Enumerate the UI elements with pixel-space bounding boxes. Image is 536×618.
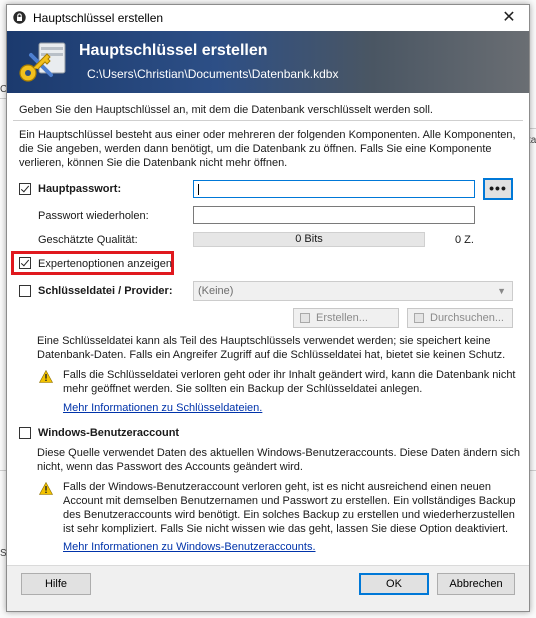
ok-button[interactable]: OK xyxy=(359,573,429,595)
password-label: Hauptpasswort: xyxy=(38,183,122,195)
master-key-dialog: Hauptschlüssel erstellen ✕ Hauptschlüsse… xyxy=(6,4,530,612)
description-line: verlieren, können Sie die Datenbank nich… xyxy=(19,157,288,169)
help-button[interactable]: Hilfe xyxy=(21,573,91,595)
file-icon xyxy=(300,313,310,323)
folder-icon xyxy=(414,313,424,323)
keyfile-label: Schlüsseldatei / Provider: xyxy=(38,285,173,297)
repeat-password-input[interactable] xyxy=(193,206,475,224)
show-password-button[interactable]: ••• xyxy=(483,178,513,200)
lock-icon xyxy=(13,11,26,24)
description-line: Ein Hauptschlüssel besteht aus einer ode… xyxy=(19,129,516,141)
expert-options-label[interactable]: Expertenoptionen anzeigen xyxy=(38,257,172,271)
password-checkbox[interactable] xyxy=(19,183,31,195)
quality-label: Geschätzte Qualität: xyxy=(38,234,138,246)
windows-account-info-link[interactable]: Mehr Informationen zu Windows-Benutzerac… xyxy=(63,541,316,553)
dialog-content: Geben Sie den Hauptschlüssel an, mit dem… xyxy=(7,93,529,566)
banner-title: Hauptschlüssel erstellen xyxy=(79,42,268,59)
keyfile-warning: mehr geöffnet werden. Sie sollten ein Ba… xyxy=(63,383,423,395)
windows-account-warning: ist sehr kompliziert. Falls Sie nicht wi… xyxy=(63,523,509,535)
windows-account-description: Diese Quelle verwendet Daten des aktuell… xyxy=(37,447,521,459)
keyfile-provider-select[interactable]: (Keine) ▼ xyxy=(193,281,513,301)
windows-account-description: nicht, wenn das Passwort des Accounts ge… xyxy=(37,461,303,473)
close-button[interactable]: ✕ xyxy=(489,5,529,31)
windows-account-warning: des Benutzeraccounts wird benötigt. Ein … xyxy=(63,509,515,521)
windows-account-warning: Account mit demselben Benutzernamen und … xyxy=(63,495,516,507)
warning-icon xyxy=(39,370,53,383)
windows-account-label: Windows-Benutzeraccount xyxy=(38,427,180,439)
separator xyxy=(13,120,523,121)
expert-options-checkbox[interactable] xyxy=(19,257,31,269)
windows-account-checkbox[interactable] xyxy=(19,427,31,439)
quality-bar: 0 Bits xyxy=(193,232,425,247)
keyfile-checkbox[interactable] xyxy=(19,285,31,297)
key-icon xyxy=(19,42,66,82)
title-bar[interactable]: Hauptschlüssel erstellen ✕ xyxy=(7,5,529,31)
text-caret xyxy=(198,184,199,195)
password-input[interactable] xyxy=(193,180,475,198)
close-icon: ✕ xyxy=(502,9,516,26)
database-path: C:\Users\Christian\Documents\Datenbank.k… xyxy=(87,67,339,81)
browse-keyfile-button[interactable]: Durchsuchen... xyxy=(407,308,513,328)
quality-chars: 0 Z. xyxy=(455,234,474,246)
warning-icon xyxy=(39,482,53,495)
quality-bits: 0 Bits xyxy=(295,233,323,245)
windows-account-warning: Falls der Windows-Benutzeraccount verlor… xyxy=(63,481,492,493)
description-line: die Sie angeben, werden dann benötigt, u… xyxy=(19,143,492,155)
create-keyfile-button[interactable]: Erstellen... xyxy=(293,308,399,328)
keyfile-info-link[interactable]: Mehr Informationen zu Schlüsseldateien. xyxy=(63,402,262,414)
cancel-button[interactable]: Abbrechen xyxy=(437,573,515,595)
window-title: Hauptschlüssel erstellen xyxy=(33,11,164,25)
keyfile-warning: Falls die Schlüsseldatei verloren geht o… xyxy=(63,369,516,381)
banner: Hauptschlüssel erstellen C:\Users\Christ… xyxy=(7,31,529,93)
keyfile-description: Datenbank-Daten. Falls ein Angreifer Zug… xyxy=(37,349,506,361)
intro-text: Geben Sie den Hauptschlüssel an, mit dem… xyxy=(19,104,433,116)
chevron-down-icon: ▼ xyxy=(497,286,506,296)
repeat-password-label: Passwort wiederholen: xyxy=(38,210,149,222)
keyfile-description: Eine Schlüsseldatei kann als Teil des Ha… xyxy=(37,335,491,347)
